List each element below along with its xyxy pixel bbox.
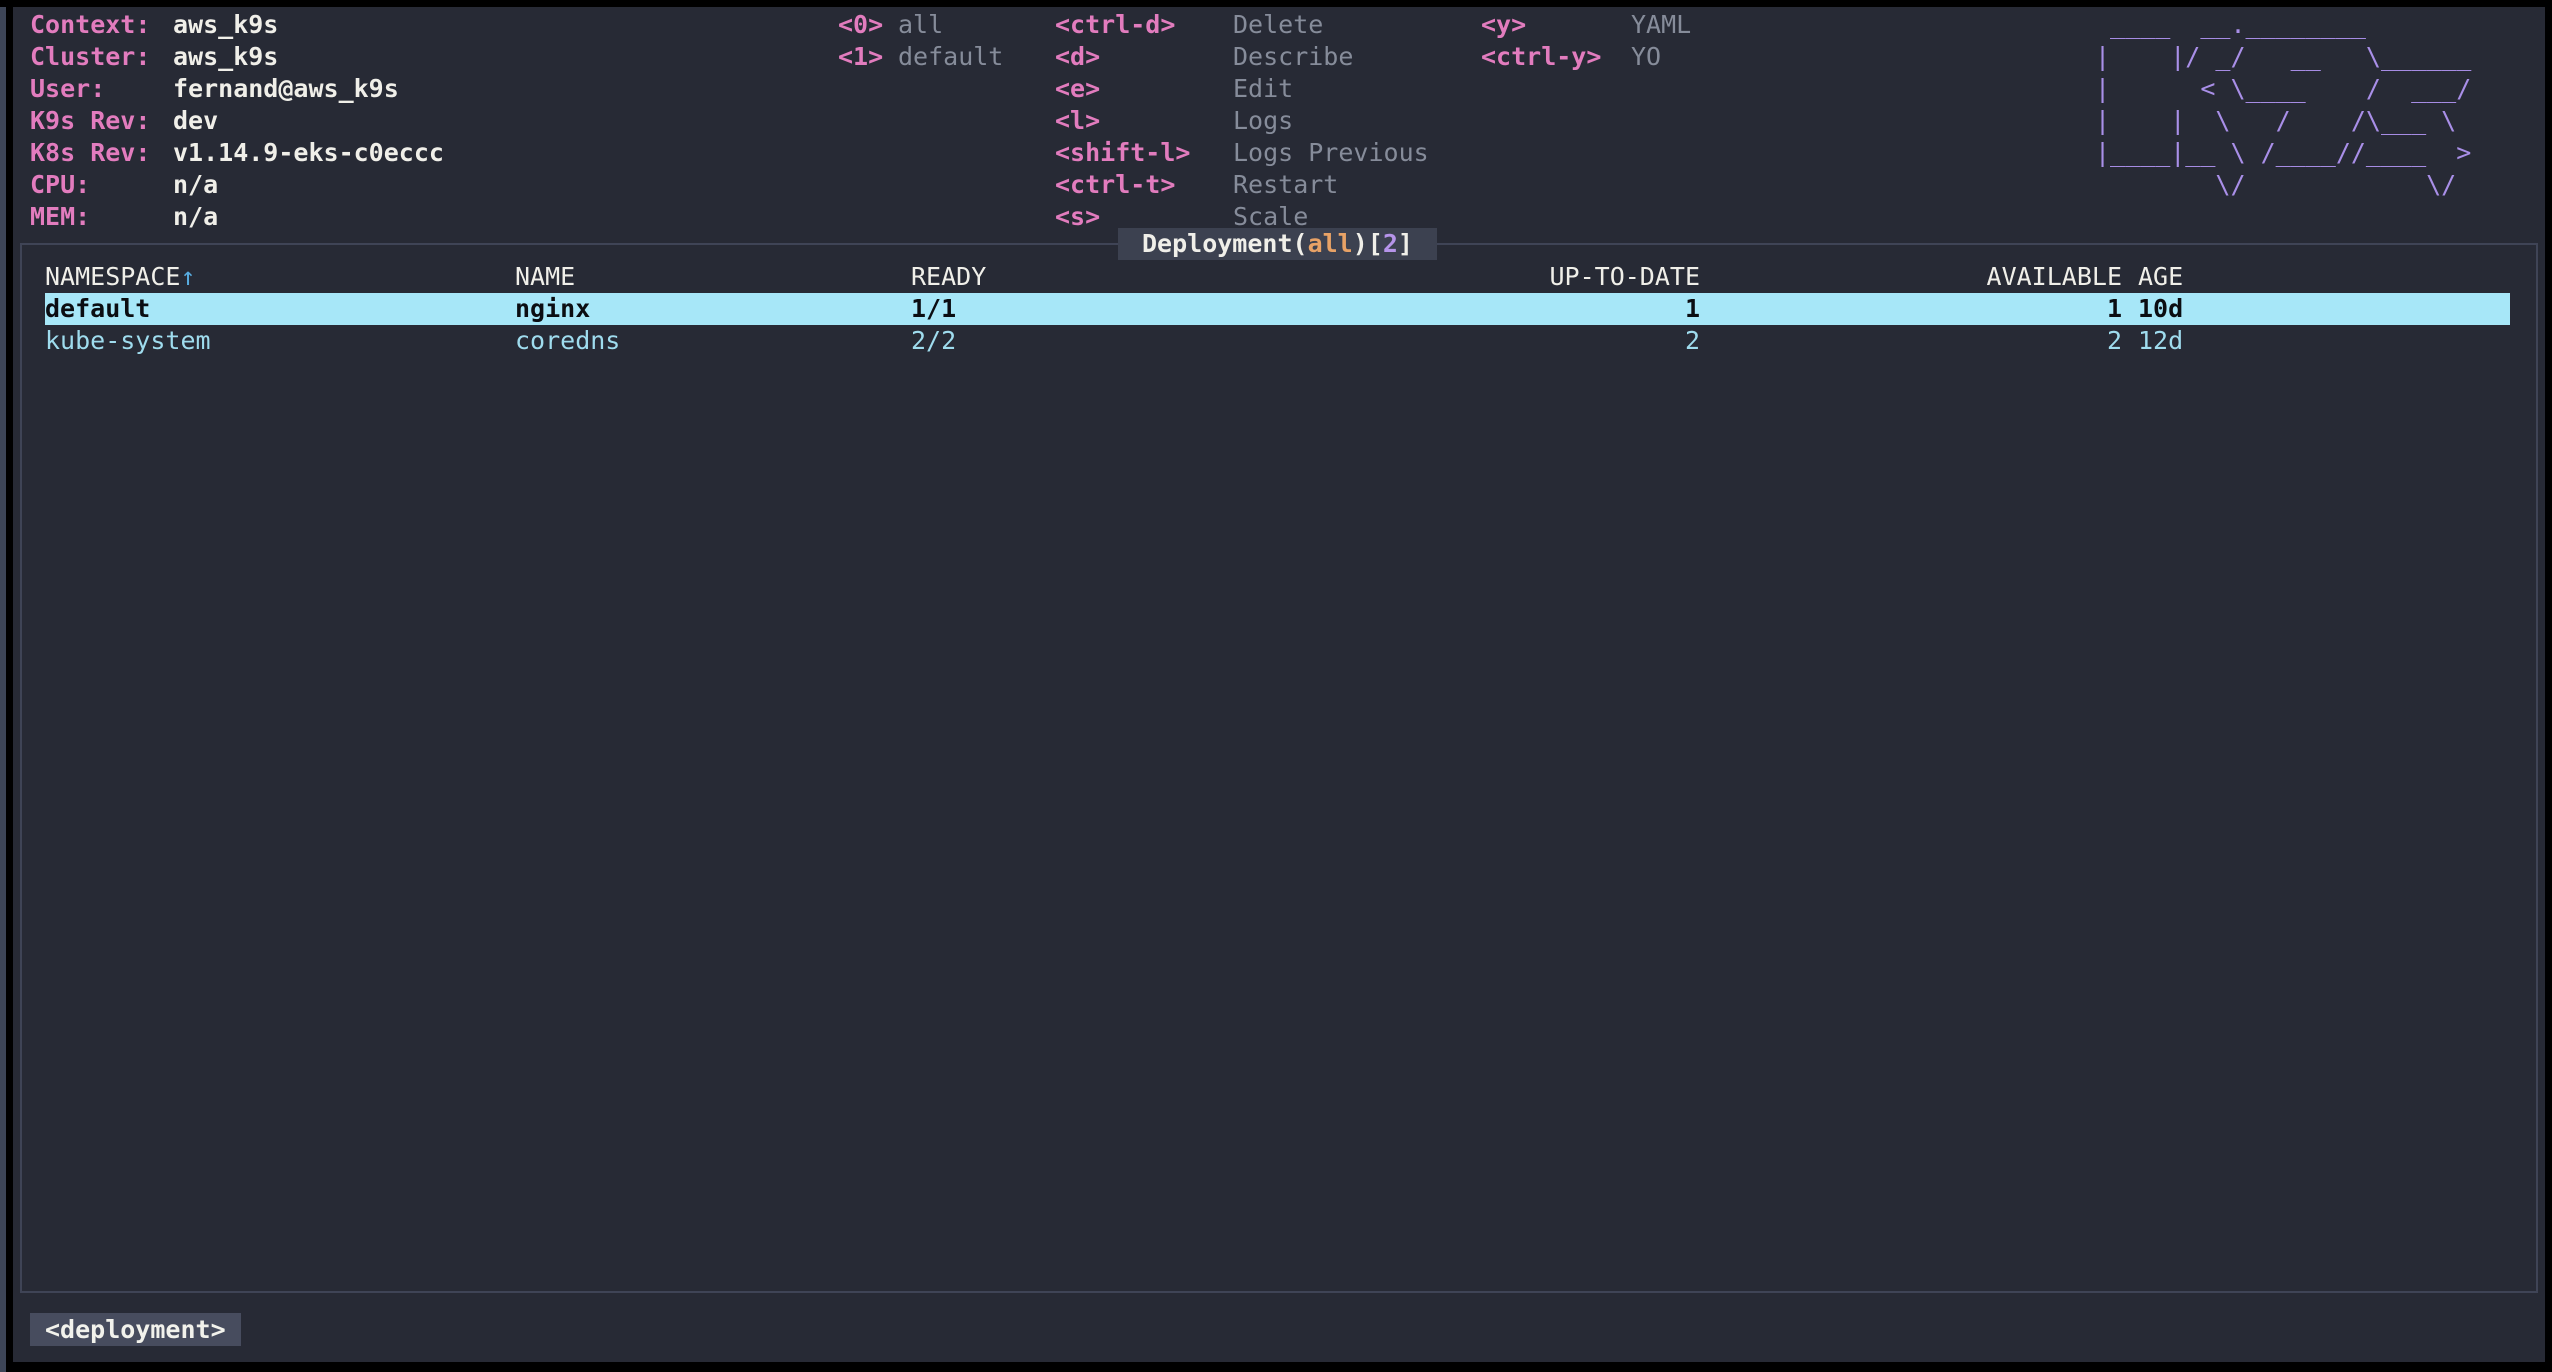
hotkey-label: Restart (1233, 170, 1338, 199)
cell-namespace: default (45, 293, 515, 325)
info-value: n/a (173, 202, 218, 231)
logo-line: |____|__ \ /____//____ > (2095, 137, 2471, 169)
info-label: Context: (30, 9, 173, 41)
hotkey-label: YO (1631, 42, 1661, 71)
deployments-table: NAMESPACE↑ NAME READY UP-TO-DATE AVAILAB… (20, 243, 2538, 1293)
info-label: CPU: (30, 169, 173, 201)
logo-line: | | \ / /\___ \ (2095, 105, 2471, 137)
info-row-cpu: CPU:n/a (30, 169, 444, 201)
cluster-info-panel: Context:aws_k9s Cluster:aws_k9s User:fer… (30, 9, 444, 233)
table-row-coredns[interactable]: kube-system coredns 2/2 2 2 12d (45, 325, 2510, 357)
logo-line: | < \____ / ___/ (2095, 73, 2471, 105)
cell-age: 10d (2122, 293, 2510, 325)
hotkey-label: all (898, 10, 943, 39)
info-row-mem: MEM:n/a (30, 201, 444, 233)
title-separator: )[ (1353, 229, 1383, 258)
info-label: MEM: (30, 201, 173, 233)
cell-age: 12d (2122, 325, 2510, 357)
k9s-ascii-logo: ____ __.________ | |/ _/ __ \______ | < … (2095, 9, 2471, 201)
header-age: AGE (2122, 261, 2510, 293)
hotkey-logs-previous[interactable]: <shift-l>Logs Previous (1055, 137, 1429, 169)
header-area: Context:aws_k9s Cluster:aws_k9s User:fer… (13, 7, 2545, 243)
hotkey-label: Delete (1233, 10, 1323, 39)
hotkey-edit[interactable]: <e>Edit (1055, 73, 1429, 105)
info-value: aws_k9s (173, 10, 278, 39)
hotkey-column-namespaces: <0>all <1>default (838, 9, 1003, 73)
info-row-context: Context:aws_k9s (30, 9, 444, 41)
hotkey-key: <l> (1055, 105, 1233, 137)
hotkey-all[interactable]: <0>all (838, 9, 1003, 41)
cell-ready: 1/1 (911, 293, 1211, 325)
info-row-cluster: Cluster:aws_k9s (30, 41, 444, 73)
logo-line: \/ \/ (2095, 169, 2471, 201)
hotkey-key: <ctrl-y> (1481, 41, 1631, 73)
info-label: User: (30, 73, 173, 105)
hotkey-column-actions: <ctrl-d>Delete <d>Describe <e>Edit <l>Lo… (1055, 9, 1429, 233)
hotkey-key: <0> (838, 9, 898, 41)
info-value: fernand@aws_k9s (173, 74, 399, 103)
info-value: n/a (173, 170, 218, 199)
title-close: ] (1398, 229, 1413, 258)
window-edge (0, 7, 6, 1372)
title-namespace: all (1308, 229, 1353, 258)
header-ready: READY (911, 261, 1211, 293)
cell-name: coredns (515, 325, 911, 357)
hotkey-key: <shift-l> (1055, 137, 1233, 169)
hotkey-label: Edit (1233, 74, 1293, 103)
table-header-row: NAMESPACE↑ NAME READY UP-TO-DATE AVAILAB… (45, 261, 2510, 293)
info-row-k8s-rev: K8s Rev:v1.14.9-eks-c0eccc (30, 137, 444, 169)
title-count: 2 (1383, 229, 1398, 258)
logo-line: ____ __.________ (2095, 9, 2471, 41)
header-up-to-date: UP-TO-DATE (1211, 261, 1700, 293)
hotkey-describe[interactable]: <d>Describe (1055, 41, 1429, 73)
hotkey-restart[interactable]: <ctrl-t>Restart (1055, 169, 1429, 201)
hotkey-key: <y> (1481, 9, 1631, 41)
hotkey-default[interactable]: <1>default (838, 41, 1003, 73)
info-label: K9s Rev: (30, 105, 173, 137)
hotkey-label: YAML (1631, 10, 1691, 39)
cell-name: nginx (515, 293, 911, 325)
header-name: NAME (515, 261, 911, 293)
hotkey-key: <ctrl-d> (1055, 9, 1233, 41)
breadcrumb-deployment[interactable]: <deployment> (30, 1313, 241, 1346)
table-row-nginx[interactable]: default nginx 1/1 1 1 10d (45, 293, 2510, 325)
hotkey-key: <e> (1055, 73, 1233, 105)
header-namespace: NAMESPACE↑ (45, 261, 515, 293)
hotkey-label: Describe (1233, 42, 1353, 71)
info-value: aws_k9s (173, 42, 278, 71)
hotkey-key: <1> (838, 41, 898, 73)
hotkey-label: default (898, 42, 1003, 71)
hotkey-key: <d> (1055, 41, 1233, 73)
info-row-user: User:fernand@aws_k9s (30, 73, 444, 105)
hotkey-yo[interactable]: <ctrl-y>YO (1481, 41, 1691, 73)
hotkey-logs[interactable]: <l>Logs (1055, 105, 1429, 137)
sort-ascending-icon: ↑ (180, 262, 195, 291)
header-namespace-label: NAMESPACE (45, 262, 180, 291)
cell-up-to-date: 2 (1211, 325, 1700, 357)
logo-line: | |/ _/ __ \______ (2095, 41, 2471, 73)
info-value: v1.14.9-eks-c0eccc (173, 138, 444, 167)
info-row-k9s-rev: K9s Rev:dev (30, 105, 444, 137)
hotkey-key: <ctrl-t> (1055, 169, 1233, 201)
title-resource: Deployment( (1142, 229, 1308, 258)
info-label: Cluster: (30, 41, 173, 73)
hotkey-column-yaml: <y>YAML <ctrl-y>YO (1481, 9, 1691, 73)
hotkey-label: Logs Previous (1233, 138, 1429, 167)
hotkey-delete[interactable]: <ctrl-d>Delete (1055, 9, 1429, 41)
cell-available: 1 (1700, 293, 2122, 325)
k9s-terminal: Context:aws_k9s Cluster:aws_k9s User:fer… (13, 7, 2545, 1362)
hotkey-label: Scale (1233, 202, 1308, 231)
hotkey-label: Logs (1233, 106, 1293, 135)
cell-namespace: kube-system (45, 325, 515, 357)
cell-available: 2 (1700, 325, 2122, 357)
breadcrumb-label: <deployment> (45, 1315, 226, 1344)
hotkey-yaml[interactable]: <y>YAML (1481, 9, 1691, 41)
table-title: Deployment(all)[2] (1118, 228, 1437, 260)
info-value: dev (173, 106, 218, 135)
info-label: K8s Rev: (30, 137, 173, 169)
cell-up-to-date: 1 (1211, 293, 1700, 325)
header-available: AVAILABLE (1700, 261, 2122, 293)
cell-ready: 2/2 (911, 325, 1211, 357)
